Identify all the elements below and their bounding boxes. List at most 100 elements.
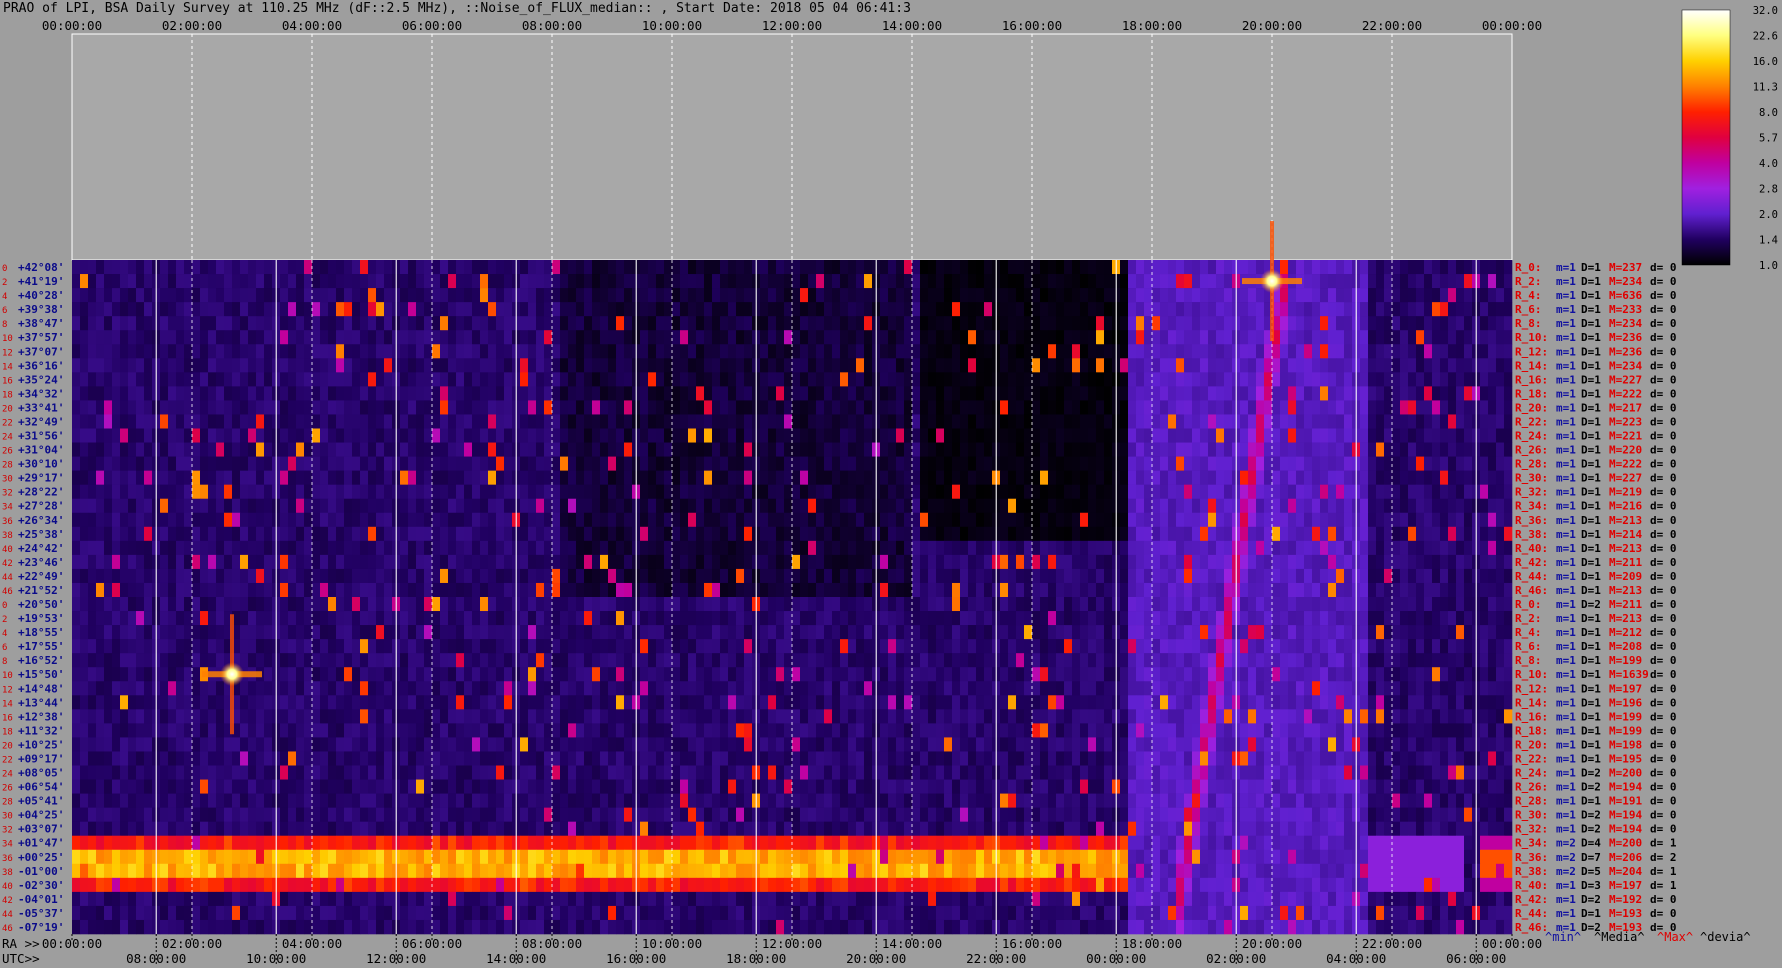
heatmap-cell [584, 358, 593, 373]
heatmap-cell [528, 302, 537, 317]
heatmap-cell [1400, 316, 1409, 331]
heatmap-cell [944, 582, 953, 598]
heatmap-cell [1048, 316, 1057, 331]
heatmap-cell [1440, 470, 1449, 485]
heatmap-cell [488, 442, 497, 457]
heatmap-cell [1432, 540, 1441, 556]
heatmap-cell [560, 358, 569, 373]
heatmap-cell [120, 386, 129, 401]
heatmap-cell [1040, 358, 1049, 373]
heatmap-cell [128, 568, 137, 584]
heatmap-cell [304, 554, 313, 570]
heatmap-cell [760, 442, 769, 457]
heatmap-cell [1152, 512, 1161, 528]
heatmap-cell [72, 554, 81, 570]
heatmap-cell [264, 625, 273, 640]
heatmap-cell [320, 526, 329, 542]
heatmap-cell [728, 358, 737, 373]
heatmap-cell [888, 568, 897, 584]
heatmap-cell [1064, 428, 1073, 443]
heatmap-cell [696, 484, 705, 500]
heatmap-cell [1240, 526, 1249, 542]
heatmap-cell [704, 639, 713, 654]
heatmap-cell [336, 484, 345, 500]
heatmap-cell [192, 484, 201, 500]
heatmap-cell [808, 456, 817, 471]
heatmap-cell [520, 330, 529, 345]
heatmap-cell [888, 611, 897, 626]
heatmap-cell [328, 358, 337, 373]
heatmap-cell [480, 582, 489, 598]
heatmap-cell [440, 540, 449, 556]
heatmap-cell [448, 442, 457, 457]
heatmap-cell [360, 400, 369, 415]
heatmap-cell [376, 554, 385, 570]
heatmap-cell [456, 302, 465, 317]
heatmap-cell [1120, 582, 1129, 598]
heatmap-cell [360, 358, 369, 373]
heatmap-cell [408, 512, 417, 528]
heatmap-cell [880, 316, 889, 331]
heatmap-cell [1024, 372, 1033, 387]
heatmap-cell [688, 386, 697, 401]
heatmap-cell [608, 414, 617, 429]
heatmap-cell [808, 470, 817, 485]
heatmap-cell [528, 428, 537, 443]
heatmap-cell [376, 358, 385, 373]
heatmap-cell [880, 526, 889, 542]
heatmap-cell [504, 456, 513, 471]
heatmap-cell [1288, 344, 1297, 359]
heatmap-cell [808, 414, 817, 429]
heatmap-cell [1096, 372, 1105, 387]
heatmap-cell [672, 470, 681, 485]
heatmap-cell [880, 330, 889, 345]
heatmap-cell [328, 540, 337, 556]
heatmap-cell [312, 316, 321, 331]
heatmap-cell [336, 316, 345, 331]
heatmap-cell [432, 582, 441, 598]
heatmap-cell [1128, 414, 1137, 429]
heatmap-cell [680, 316, 689, 331]
heatmap-cell [192, 540, 201, 556]
heatmap-cell [448, 554, 457, 570]
heatmap-cell [1064, 484, 1073, 500]
heatmap-cell [1176, 330, 1185, 345]
heatmap-cell [1128, 302, 1137, 317]
heatmap-cell [776, 400, 785, 415]
heatmap-cell [1136, 512, 1145, 528]
heatmap-cell [344, 344, 353, 359]
heatmap-cell [984, 372, 993, 387]
heatmap-cell [472, 386, 481, 401]
heatmap-cell [680, 344, 689, 359]
heatmap-cell [440, 625, 449, 640]
heatmap-cell [1344, 554, 1353, 570]
heatmap-cell [936, 470, 945, 485]
heatmap-cell [472, 316, 481, 331]
heatmap-cell [624, 442, 633, 457]
heatmap-cell [736, 611, 745, 626]
heatmap-cell [104, 512, 113, 528]
heatmap-cell [264, 442, 273, 457]
heatmap-cell [1280, 456, 1289, 471]
heatmap-cell [720, 288, 729, 303]
heatmap-cell [296, 372, 305, 387]
heatmap-cell [1024, 540, 1033, 556]
heatmap-cell [688, 625, 697, 640]
heatmap-cell [1272, 611, 1281, 626]
heatmap-cell [1400, 442, 1409, 457]
heatmap-cell [344, 386, 353, 401]
heatmap-cell [1392, 498, 1401, 514]
heatmap-cell [1072, 414, 1081, 429]
heatmap-cell [488, 344, 497, 359]
heatmap-cell [1408, 316, 1417, 331]
heatmap-cell [696, 568, 705, 584]
heatmap-cell [856, 582, 865, 598]
heatmap-cell [336, 428, 345, 443]
heatmap-cell [144, 611, 153, 626]
heatmap-cell [968, 554, 977, 570]
heatmap-cell [1200, 288, 1209, 303]
heatmap-cell [832, 288, 841, 303]
heatmap-cell [96, 597, 105, 612]
heatmap-cell [536, 512, 545, 528]
heatmap-cell [544, 639, 553, 654]
